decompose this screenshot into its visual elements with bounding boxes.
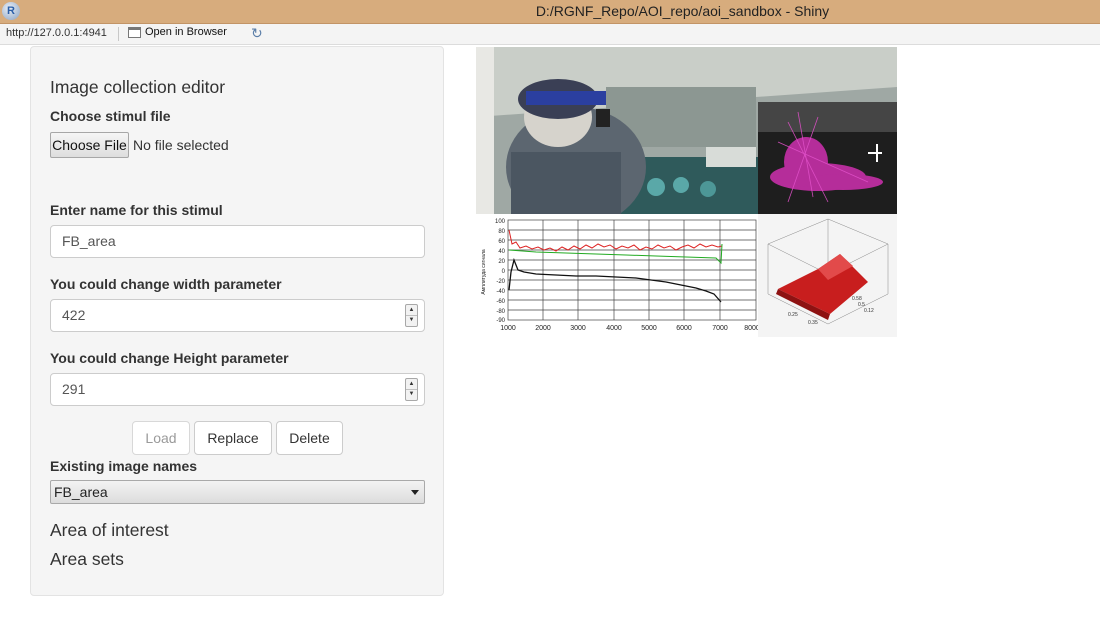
url-label: http://127.0.0.1:4941	[6, 27, 107, 39]
y-tick: -80	[496, 309, 505, 315]
y-axis-label: Амплитуда сигнала	[481, 249, 487, 295]
window-title: D:/RGNF_Repo/AOI_repo/aoi_sandbox - Shin…	[535, 3, 830, 19]
sidebar-panel: Image collection editor Choose stimul fi…	[30, 46, 444, 596]
x-tick: 4000	[606, 325, 622, 332]
y-tick: 60	[498, 239, 505, 245]
width-input[interactable]: 422 ▲ ▼	[50, 299, 425, 332]
load-button[interactable]: Load	[132, 421, 190, 455]
spin-down-icon[interactable]: ▼	[406, 315, 417, 325]
window-titlebar: R D:/RGNF_Repo/AOI_repo/aoi_sandbox - Sh…	[0, 0, 1100, 24]
file-status: No file selected	[133, 137, 229, 153]
replace-button[interactable]: Replace	[194, 421, 272, 455]
signal-graph: 100 80 60 40 20 0 -20 -40 -60 -80 -90 10…	[476, 214, 758, 337]
height-value: 291	[62, 381, 86, 397]
y-tick: -60	[496, 299, 505, 305]
x-tick: 2000	[535, 325, 551, 332]
x-tick: 5000	[641, 325, 657, 332]
surface-axis-label: 0.12	[864, 308, 874, 314]
area-of-interest-heading[interactable]: Area of interest	[50, 520, 169, 541]
choose-file-button[interactable]: Choose File	[50, 132, 129, 158]
width-field-label: You could change width parameter	[50, 276, 282, 292]
toolbar-divider	[118, 27, 119, 41]
chevron-down-icon	[411, 490, 419, 495]
existing-images-select[interactable]: FB_area	[50, 480, 425, 504]
y-tick: -90	[496, 318, 505, 324]
width-spinner[interactable]: ▲ ▼	[405, 304, 418, 327]
delete-button[interactable]: Delete	[276, 421, 343, 455]
y-tick: -20	[496, 279, 505, 285]
surface-axis-label: 0.35	[808, 320, 818, 326]
choose-file-label: Choose stimul file	[50, 108, 171, 124]
stimul-name-input[interactable]: FB_area	[50, 225, 425, 258]
refresh-icon[interactable]: ↻	[251, 26, 265, 40]
height-field-label: You could change Height parameter	[50, 350, 289, 366]
panel-title: Image collection editor	[50, 77, 226, 97]
viewer-toolbar: http://127.0.0.1:4941 Open in Browser ↻	[0, 24, 1100, 45]
surface-plot: 0.58 0.5 0.12 0.25 0.35	[758, 214, 897, 337]
x-tick: 8000	[744, 325, 758, 332]
open-in-browser-button[interactable]: Open in Browser	[128, 26, 227, 38]
y-tick: 20	[498, 259, 505, 265]
height-input[interactable]: 291 ▲ ▼	[50, 373, 425, 406]
height-spinner[interactable]: ▲ ▼	[405, 378, 418, 401]
trajectory-heatmap	[758, 102, 897, 214]
browser-window-icon	[128, 26, 141, 38]
y-tick: 40	[498, 249, 505, 255]
x-tick: 1000	[500, 325, 516, 332]
width-value: 422	[62, 307, 86, 323]
spin-down-icon[interactable]: ▼	[406, 389, 417, 399]
area-sets-heading[interactable]: Area sets	[50, 549, 124, 570]
y-tick: 80	[498, 229, 505, 235]
x-tick: 7000	[712, 325, 728, 332]
y-tick: -40	[496, 289, 505, 295]
name-field-label: Enter name for this stimul	[50, 202, 223, 218]
x-tick: 6000	[676, 325, 692, 332]
x-tick: 3000	[570, 325, 586, 332]
open-in-browser-label: Open in Browser	[145, 26, 227, 38]
existing-images-selected: FB_area	[54, 484, 108, 500]
stimulus-image: 100 80 60 40 20 0 -20 -40 -60 -80 -90 10…	[476, 47, 897, 337]
surface-axis-label: 0.25	[788, 312, 798, 318]
y-tick: 100	[495, 219, 506, 225]
existing-images-label: Existing image names	[50, 458, 198, 474]
stimul-name-value: FB_area	[62, 233, 116, 249]
